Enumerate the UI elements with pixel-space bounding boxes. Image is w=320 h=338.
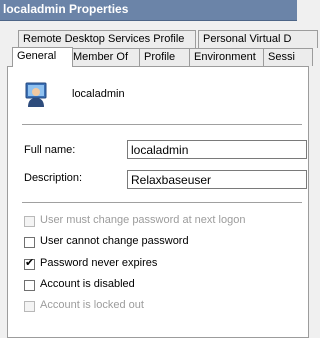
separator-middle (22, 202, 302, 204)
tab-profile[interactable]: Profile (139, 48, 191, 66)
tab-sessions[interactable]: Sessi (263, 48, 313, 66)
title-bar[interactable]: localadmin Properties (0, 0, 297, 21)
username-heading: localadmin (72, 88, 125, 100)
full-name-input[interactable]: localadmin (127, 140, 307, 159)
tab-remote-desktop-services-profile[interactable]: Remote Desktop Services Profile (18, 30, 196, 48)
description-input[interactable]: Relaxbaseuser (127, 170, 307, 189)
account-disabled-checkbox[interactable] (24, 280, 35, 291)
must-change-password-label: User must change password at next logon (40, 214, 246, 226)
separator-top (22, 124, 302, 126)
account-locked-out-label: Account is locked out (40, 299, 144, 311)
checkmark-icon: ✔ (25, 257, 35, 269)
account-locked-out-checkbox[interactable] (24, 301, 35, 312)
description-label: Description: (24, 172, 83, 184)
tab-member-of[interactable]: Member Of (68, 48, 140, 66)
user-icon (25, 82, 47, 107)
tab-environment[interactable]: Environment (189, 48, 267, 66)
cannot-change-password-checkbox[interactable] (24, 237, 35, 248)
password-never-expires-label: Password never expires (40, 257, 158, 269)
must-change-password-checkbox[interactable] (24, 216, 35, 227)
full-name-label: Full name: (24, 144, 76, 156)
password-never-expires-checkbox[interactable]: ✔ (24, 257, 35, 270)
window-title: localadmin Properties (3, 2, 129, 16)
cannot-change-password-label: User cannot change password (40, 235, 189, 247)
tab-general[interactable]: General (12, 47, 73, 67)
tab-personal-virtual-desktop[interactable]: Personal Virtual D (198, 30, 318, 48)
account-disabled-label: Account is disabled (40, 278, 135, 290)
